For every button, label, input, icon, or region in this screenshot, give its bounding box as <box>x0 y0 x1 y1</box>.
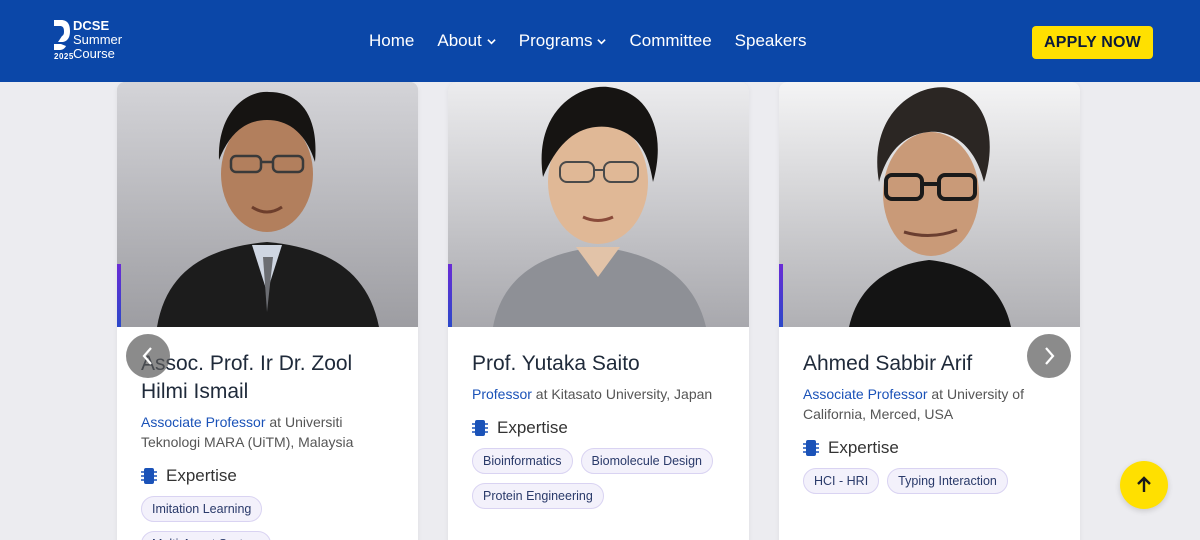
card-accent-bar <box>117 264 121 327</box>
speaker-card: Ahmed Sabbir Arif Associate Professor at… <box>779 82 1080 540</box>
expertise-tag[interactable]: Imitation Learning <box>141 496 263 522</box>
site-logo[interactable]: 2025 DCSE Summer Course <box>53 19 143 65</box>
expertise-heading: Expertise <box>472 418 731 438</box>
speaker-portrait-image <box>779 82 1080 327</box>
nav-committee[interactable]: Committee <box>629 31 711 51</box>
chip-icon <box>141 468 157 484</box>
logo-line-1: DCSE <box>73 18 110 33</box>
speaker-portrait-image <box>448 82 749 327</box>
speaker-affiliation: at Kitasato University, Japan <box>531 386 713 402</box>
card-accent-bar <box>448 264 452 327</box>
logo-line-2: Summer <box>73 32 123 47</box>
expertise-tag[interactable]: HCI - HRI <box>803 468 880 494</box>
expertise-label: Expertise <box>166 466 237 485</box>
expertise-tag[interactable]: Multi-Agent System <box>141 531 272 540</box>
logo-year: 2025 <box>54 52 74 61</box>
nav-speakers[interactable]: Speakers <box>735 31 807 51</box>
chevron-down-icon <box>597 38 607 44</box>
expertise-tag[interactable]: Bioinformatics <box>472 448 573 474</box>
speaker-name: Ahmed Sabbir Arif <box>803 352 973 375</box>
expertise-tags: HCI - HRI Typing Interaction <box>803 468 1062 494</box>
speaker-info: Assoc. Prof. Ir Dr. Zool Hilmi Ismail As… <box>141 350 400 540</box>
nav-home-label: Home <box>369 31 415 50</box>
expertise-tags: Imitation Learning Multi-Agent System <box>141 496 400 540</box>
nav-about[interactable]: About <box>437 31 496 51</box>
chip-icon <box>803 440 819 456</box>
apply-now-button[interactable]: APPLY NOW <box>1032 26 1153 59</box>
expertise-tag[interactable]: Protein Engineering <box>472 483 604 509</box>
expertise-label: Expertise <box>497 418 568 437</box>
speaker-portrait-image <box>117 82 418 327</box>
chevron-right-icon <box>1045 347 1055 365</box>
speaker-role: Associate Professor at Universiti Teknol… <box>141 412 400 452</box>
nav-programs[interactable]: Programs <box>519 31 607 51</box>
site-header: 2025 DCSE Summer Course Home About Progr… <box>0 0 1200 82</box>
expertise-tags: Bioinformatics Biomolecule Design Protei… <box>472 448 731 509</box>
speaker-role: Professor at Kitasato University, Japan <box>472 384 731 404</box>
main-nav: Home About Programs Committee Speakers <box>369 0 830 82</box>
speaker-card: Prof. Yutaka Saito Professor at Kitasato… <box>448 82 749 540</box>
speaker-info: Prof. Yutaka Saito Professor at Kitasato… <box>472 350 731 509</box>
speaker-role: Associate Professor at University of Cal… <box>803 384 1062 424</box>
expertise-tag[interactable]: Typing Interaction <box>887 468 1008 494</box>
scroll-to-top-button[interactable] <box>1120 461 1168 509</box>
speaker-photo <box>448 82 749 327</box>
speaker-title[interactable]: Professor <box>472 386 532 402</box>
speaker-info: Ahmed Sabbir Arif Associate Professor at… <box>803 350 1062 494</box>
nav-home[interactable]: Home <box>369 31 414 51</box>
card-accent-bar <box>779 264 783 327</box>
expertise-heading: Expertise <box>141 466 400 486</box>
nav-committee-label: Committee <box>629 31 712 50</box>
nav-about-label: About <box>437 31 482 50</box>
speaker-card: Assoc. Prof. Ir Dr. Zool Hilmi Ismail As… <box>117 82 418 540</box>
chevron-left-icon <box>142 347 152 365</box>
arrow-up-icon <box>1137 476 1151 492</box>
speaker-photo <box>779 82 1080 327</box>
speaker-title[interactable]: Associate Professor <box>141 414 266 430</box>
nav-speakers-label: Speakers <box>734 31 807 50</box>
logo-text: DCSE Summer Course <box>73 19 122 61</box>
speaker-name: Assoc. Prof. Ir Dr. Zool Hilmi Ismail <box>141 352 353 403</box>
speaker-name: Prof. Yutaka Saito <box>472 352 640 375</box>
chip-icon <box>472 420 488 436</box>
expertise-heading: Expertise <box>803 438 1062 458</box>
carousel-next-button[interactable] <box>1027 334 1071 378</box>
expertise-tag[interactable]: Biomolecule Design <box>580 448 713 474</box>
expertise-label: Expertise <box>828 438 899 457</box>
speaker-photo <box>117 82 418 327</box>
carousel-prev-button[interactable] <box>126 334 170 378</box>
speaker-title[interactable]: Associate Professor <box>803 386 928 402</box>
nav-programs-label: Programs <box>518 31 593 50</box>
chevron-down-icon <box>487 38 496 44</box>
logo-line-3: Course <box>73 46 115 61</box>
